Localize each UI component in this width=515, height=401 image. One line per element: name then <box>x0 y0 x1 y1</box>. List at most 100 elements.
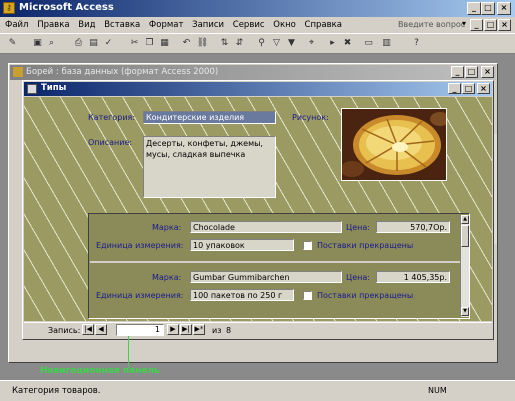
new-record-icon[interactable]: ▸ <box>326 37 339 50</box>
filter-by-selection-icon[interactable]: ⚲ <box>255 37 268 50</box>
insert-hyperlink-icon[interactable]: ⛓ <box>196 37 209 50</box>
record-navigation-bar: Запись: |◀ ◀ 1 ▶ ▶| ▶* из 8 <box>24 322 492 338</box>
doc-close-button[interactable]: × <box>498 19 511 31</box>
form-body: Категория: Кондитерские изделия Рисунок:… <box>24 97 492 321</box>
scroll-up-button[interactable]: ▲ <box>461 215 469 224</box>
database-icon <box>13 67 23 77</box>
menu-format[interactable]: Формат <box>149 20 184 30</box>
next-record-button[interactable]: ▶ <box>167 324 179 335</box>
menu-edit[interactable]: Правка <box>37 20 69 30</box>
menu-view[interactable]: Вид <box>78 20 95 30</box>
discontinued-checkbox[interactable] <box>303 291 312 300</box>
menu-insert[interactable]: Вставка <box>104 20 140 30</box>
db-statusbar-pane <box>219 344 489 358</box>
apply-filter-icon[interactable]: ▼ <box>285 37 298 50</box>
scroll-thumb[interactable] <box>461 225 469 247</box>
menu-file[interactable]: Файл <box>5 20 28 30</box>
brand-field[interactable]: Chocolade <box>190 221 342 233</box>
subform-record: Марка: Gumbar Gummibarchen Цена: 1 405,3… <box>90 265 460 313</box>
close-button[interactable]: × <box>497 2 511 15</box>
search-icon[interactable]: ⌕ <box>45 37 58 50</box>
copy-icon[interactable]: ❐ <box>143 37 156 50</box>
subform-record: Марка: Chocolade Цена: 570,7Ор. Единица … <box>90 215 460 263</box>
help-icon[interactable]: ? <box>410 37 423 50</box>
menu-records[interactable]: Записи <box>192 20 224 30</box>
products-subform: Марка: Chocolade Цена: 570,7Ор. Единица … <box>88 213 470 319</box>
form-window: Типы _ □ × Категория: Кондитерские издел… <box>22 80 494 340</box>
paste-icon[interactable]: ▦ <box>158 37 171 50</box>
db-close-button[interactable]: × <box>481 66 494 78</box>
brand-label: Марка: <box>152 273 182 282</box>
sort-ascending-icon[interactable]: ⇅ <box>218 37 231 50</box>
database-window-icon[interactable]: ▭ <box>362 37 375 50</box>
last-record-button[interactable]: ▶| <box>180 324 192 335</box>
database-window-title-bar: Борей : база данных (формат Access 2000)… <box>10 65 496 80</box>
form-minimize-button[interactable]: _ <box>448 83 461 94</box>
preview-icon[interactable]: ▤ <box>87 37 100 50</box>
find-icon[interactable]: ⌖ <box>305 37 318 50</box>
cut-icon[interactable]: ✂ <box>128 37 141 50</box>
price-label: Цена: <box>346 273 370 282</box>
status-text: Категория товаров. <box>12 386 101 396</box>
annotation-pointer-line <box>128 336 129 368</box>
description-field[interactable]: Десерты, конфеты, джемы, мусы, сладкая в… <box>143 136 276 198</box>
ask-question-arrow-icon[interactable]: ▾ <box>462 19 466 28</box>
current-record-field[interactable]: 1 <box>116 324 164 336</box>
category-label: Категория: <box>88 113 136 122</box>
doc-minimize-button[interactable]: _ <box>470 19 483 31</box>
discontinued-label: Поставки прекращены <box>317 291 414 300</box>
picture-label: Рисунок: <box>292 113 329 122</box>
doc-restore-button[interactable]: □ <box>484 19 497 31</box>
spelling-icon[interactable]: ✓ <box>102 37 115 50</box>
new-object-icon[interactable]: ▥ <box>380 37 393 50</box>
subform-scrollbar[interactable]: ▲ ▼ <box>460 215 469 317</box>
database-window-title: Борей : база данных (формат Access 2000) <box>26 67 219 77</box>
price-field[interactable]: 570,7Ор. <box>376 221 450 233</box>
filter-by-form-icon[interactable]: ▽ <box>270 37 283 50</box>
app-title-bar: ⚷ Microsoft Access _ □ × <box>0 0 515 17</box>
unit-field[interactable]: 100 пакетов по 250 г <box>190 289 294 301</box>
unit-label: Единица измерения: <box>96 241 184 250</box>
previous-record-button[interactable]: ◀ <box>95 324 107 335</box>
record-label: Запись: <box>48 326 81 335</box>
num-indicator: NUM <box>428 386 447 395</box>
status-bar: Категория товаров. NUM <box>0 380 515 401</box>
ask-question-box[interactable]: Введите вопрос <box>398 20 465 29</box>
save-icon[interactable]: ▣ <box>31 37 44 50</box>
print-icon[interactable]: ⎙ <box>72 37 85 50</box>
menu-tools[interactable]: Сервис <box>233 20 265 30</box>
first-record-button[interactable]: |◀ <box>82 324 94 335</box>
form-window-title-bar: Типы _ □ × <box>24 82 492 96</box>
brand-field[interactable]: Gumbar Gummibarchen <box>190 271 342 283</box>
menu-bar: Файл Правка Вид Вставка Формат Записи Се… <box>0 17 515 34</box>
scroll-down-button[interactable]: ▼ <box>461 307 469 316</box>
design-view-icon[interactable]: ✎ <box>6 37 19 50</box>
category-picture <box>341 108 447 181</box>
delete-record-icon[interactable]: ✖ <box>341 37 354 50</box>
undo-icon[interactable]: ↶ <box>180 37 193 50</box>
menu-help[interactable]: Справка <box>305 20 342 30</box>
discontinued-label: Поставки прекращены <box>317 241 414 250</box>
key-icon: ⚷ <box>3 2 15 14</box>
price-field[interactable]: 1 405,35р. <box>376 271 450 283</box>
db-minimize-button[interactable]: _ <box>451 66 464 78</box>
menu-window[interactable]: Окно <box>273 20 296 30</box>
unit-label: Единица измерения: <box>96 291 184 300</box>
unit-field[interactable]: 10 упаковок <box>190 239 294 251</box>
form-window-title: Типы <box>41 83 67 93</box>
annotation-label: Навигационная панель <box>40 366 160 376</box>
description-label: Описание: <box>88 138 133 147</box>
discontinued-checkbox[interactable] <box>303 241 312 250</box>
price-label: Цена: <box>346 223 370 232</box>
minimize-button[interactable]: _ <box>467 2 481 15</box>
record-count: 8 <box>226 326 232 335</box>
brand-label: Марка: <box>152 223 182 232</box>
app-title: Microsoft Access <box>19 2 114 13</box>
db-maximize-button[interactable]: □ <box>465 66 478 78</box>
category-field[interactable]: Кондитерские изделия <box>143 111 276 124</box>
maximize-button[interactable]: □ <box>481 2 495 15</box>
sort-descending-icon[interactable]: ⇵ <box>233 37 246 50</box>
form-maximize-button[interactable]: □ <box>462 83 475 94</box>
new-record-button[interactable]: ▶* <box>193 324 205 335</box>
form-close-button[interactable]: × <box>477 83 490 94</box>
